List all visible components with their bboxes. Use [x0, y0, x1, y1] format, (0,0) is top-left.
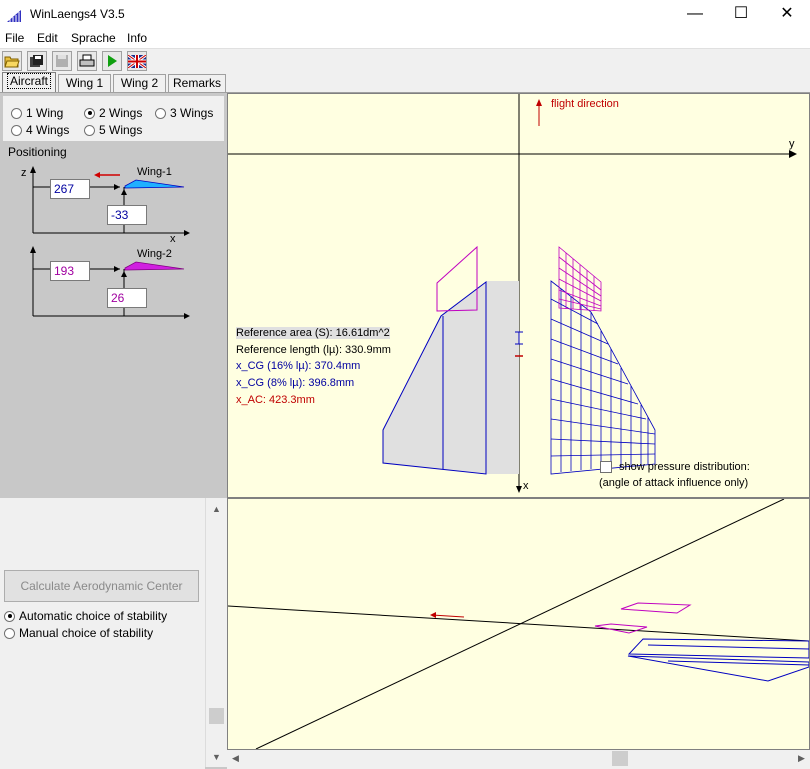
radio-indicator: [155, 107, 166, 119]
minimize-button[interactable]: —: [672, 0, 718, 30]
wing-2-z-input[interactable]: 193: [50, 261, 90, 281]
tab-label: Aircraft: [6, 73, 51, 89]
open-folder-icon[interactable]: [2, 51, 22, 71]
tab-wing-1[interactable]: Wing 1: [58, 74, 111, 92]
radio-4-wings[interactable]: 4 Wings: [11, 123, 69, 137]
radio-indicator: [4, 610, 15, 622]
wing-1-label: Wing-1: [137, 166, 172, 178]
tab-bar: Aircraft Wing 1 Wing 2 Remarks: [0, 72, 810, 93]
run-play-icon[interactable]: [102, 51, 122, 71]
menu-file[interactable]: File: [5, 31, 24, 45]
radio-label: 3 Wings: [170, 106, 214, 120]
wing-1-z-input[interactable]: 267: [50, 179, 90, 199]
tab-wing-2[interactable]: Wing 2: [113, 74, 166, 92]
x-cg-16-text: x_CG (16% lµ): 370.4mm: [236, 360, 361, 372]
wing-1-x-input[interactable]: -33: [107, 205, 147, 225]
radio-3-wings[interactable]: 3 Wings: [155, 106, 213, 120]
pressure-checkbox-label: show pressure distribution:: [619, 461, 750, 473]
axis-y-label: y: [789, 138, 795, 150]
radio-automatic-stability[interactable]: Automatic choice of stability: [4, 609, 167, 623]
menu-edit[interactable]: Edit: [37, 31, 58, 45]
radio-label: 2 Wings: [99, 106, 143, 120]
axis-z-label: z: [21, 167, 27, 179]
radio-label: 5 Wings: [99, 123, 143, 137]
menu-sprache[interactable]: Sprache: [71, 31, 116, 45]
pressure-distribution-checkbox[interactable]: [600, 461, 612, 473]
radio-manual-stability[interactable]: Manual choice of stability: [4, 626, 153, 640]
reference-length-text: Reference length (lµ): 330.9mm: [236, 344, 391, 356]
radio-indicator: [84, 107, 95, 119]
perspective-view-canvas[interactable]: [227, 498, 810, 750]
tab-remarks[interactable]: Remarks: [168, 74, 226, 92]
save-all-icon[interactable]: [27, 51, 47, 71]
radio-indicator: [84, 124, 95, 136]
vertical-scrollbar[interactable]: ▲ ▼: [205, 498, 227, 767]
scroll-up-icon[interactable]: ▲: [208, 500, 225, 517]
radio-label: 1 Wing: [26, 106, 64, 120]
radio-label: Manual choice of stability: [19, 626, 154, 640]
scroll-thumb[interactable]: [209, 708, 224, 724]
radio-label: 4 Wings: [26, 123, 70, 137]
right-wing-grid: [550, 280, 656, 475]
x-ac-text: x_AC: 423.3mm: [236, 394, 315, 406]
axis-x-label: x: [523, 480, 529, 492]
left-panel: 1 Wing 2 Wings 3 Wings 4 Wings 5 Wings P…: [0, 93, 227, 769]
app-icon: [6, 7, 22, 23]
calculate-ac-button[interactable]: Calculate Aerodynamic Center: [4, 570, 199, 602]
save-disk-icon[interactable]: [52, 51, 72, 71]
toolbar: [0, 48, 810, 72]
pressure-note: (angle of attack influence only): [599, 477, 749, 489]
scroll-left-icon[interactable]: ◀: [227, 750, 244, 767]
menu-info[interactable]: Info: [127, 31, 147, 45]
axis-x-label: x: [170, 233, 176, 245]
radio-indicator: [4, 627, 15, 639]
wing-count-group: 1 Wing 2 Wings 3 Wings 4 Wings 5 Wings: [3, 96, 224, 141]
title-bar: WinLaengs4 V3.5 — ☐ ✕: [0, 0, 810, 30]
hscroll-thumb[interactable]: [612, 751, 628, 766]
radio-label: Automatic choice of stability: [19, 609, 168, 623]
uk-flag-icon[interactable]: [127, 51, 147, 71]
wing-2-x-input[interactable]: 26: [107, 288, 147, 308]
wing-2-label: Wing-2: [137, 248, 172, 260]
menu-bar: File Edit Sprache Info: [0, 30, 810, 48]
radio-1-wing[interactable]: 1 Wing: [11, 106, 63, 120]
tab-aircraft[interactable]: Aircraft: [2, 72, 56, 93]
top-view-canvas[interactable]: flight direction y x Reference area (S):…: [227, 93, 810, 498]
radio-indicator: [11, 107, 22, 119]
print-icon[interactable]: [77, 51, 97, 71]
radio-5-wings[interactable]: 5 Wings: [84, 123, 142, 137]
radio-indicator: [11, 124, 22, 136]
radio-2-wings[interactable]: 2 Wings: [84, 106, 142, 120]
maximize-button[interactable]: ☐: [718, 0, 764, 30]
reference-area-text: Reference area (S): 16.61dm^2: [236, 327, 390, 339]
scroll-down-icon[interactable]: ▼: [208, 748, 225, 765]
right-tail-grid: [558, 246, 602, 312]
horizontal-scrollbar[interactable]: ◀ ▶: [227, 750, 810, 767]
scroll-right-icon[interactable]: ▶: [793, 750, 810, 767]
window-title: WinLaengs4 V3.5: [30, 7, 125, 21]
close-button[interactable]: ✕: [764, 0, 810, 30]
flight-direction-label: flight direction: [551, 98, 619, 110]
x-cg-8-text: x_CG (8% lµ): 396.8mm: [236, 377, 355, 389]
